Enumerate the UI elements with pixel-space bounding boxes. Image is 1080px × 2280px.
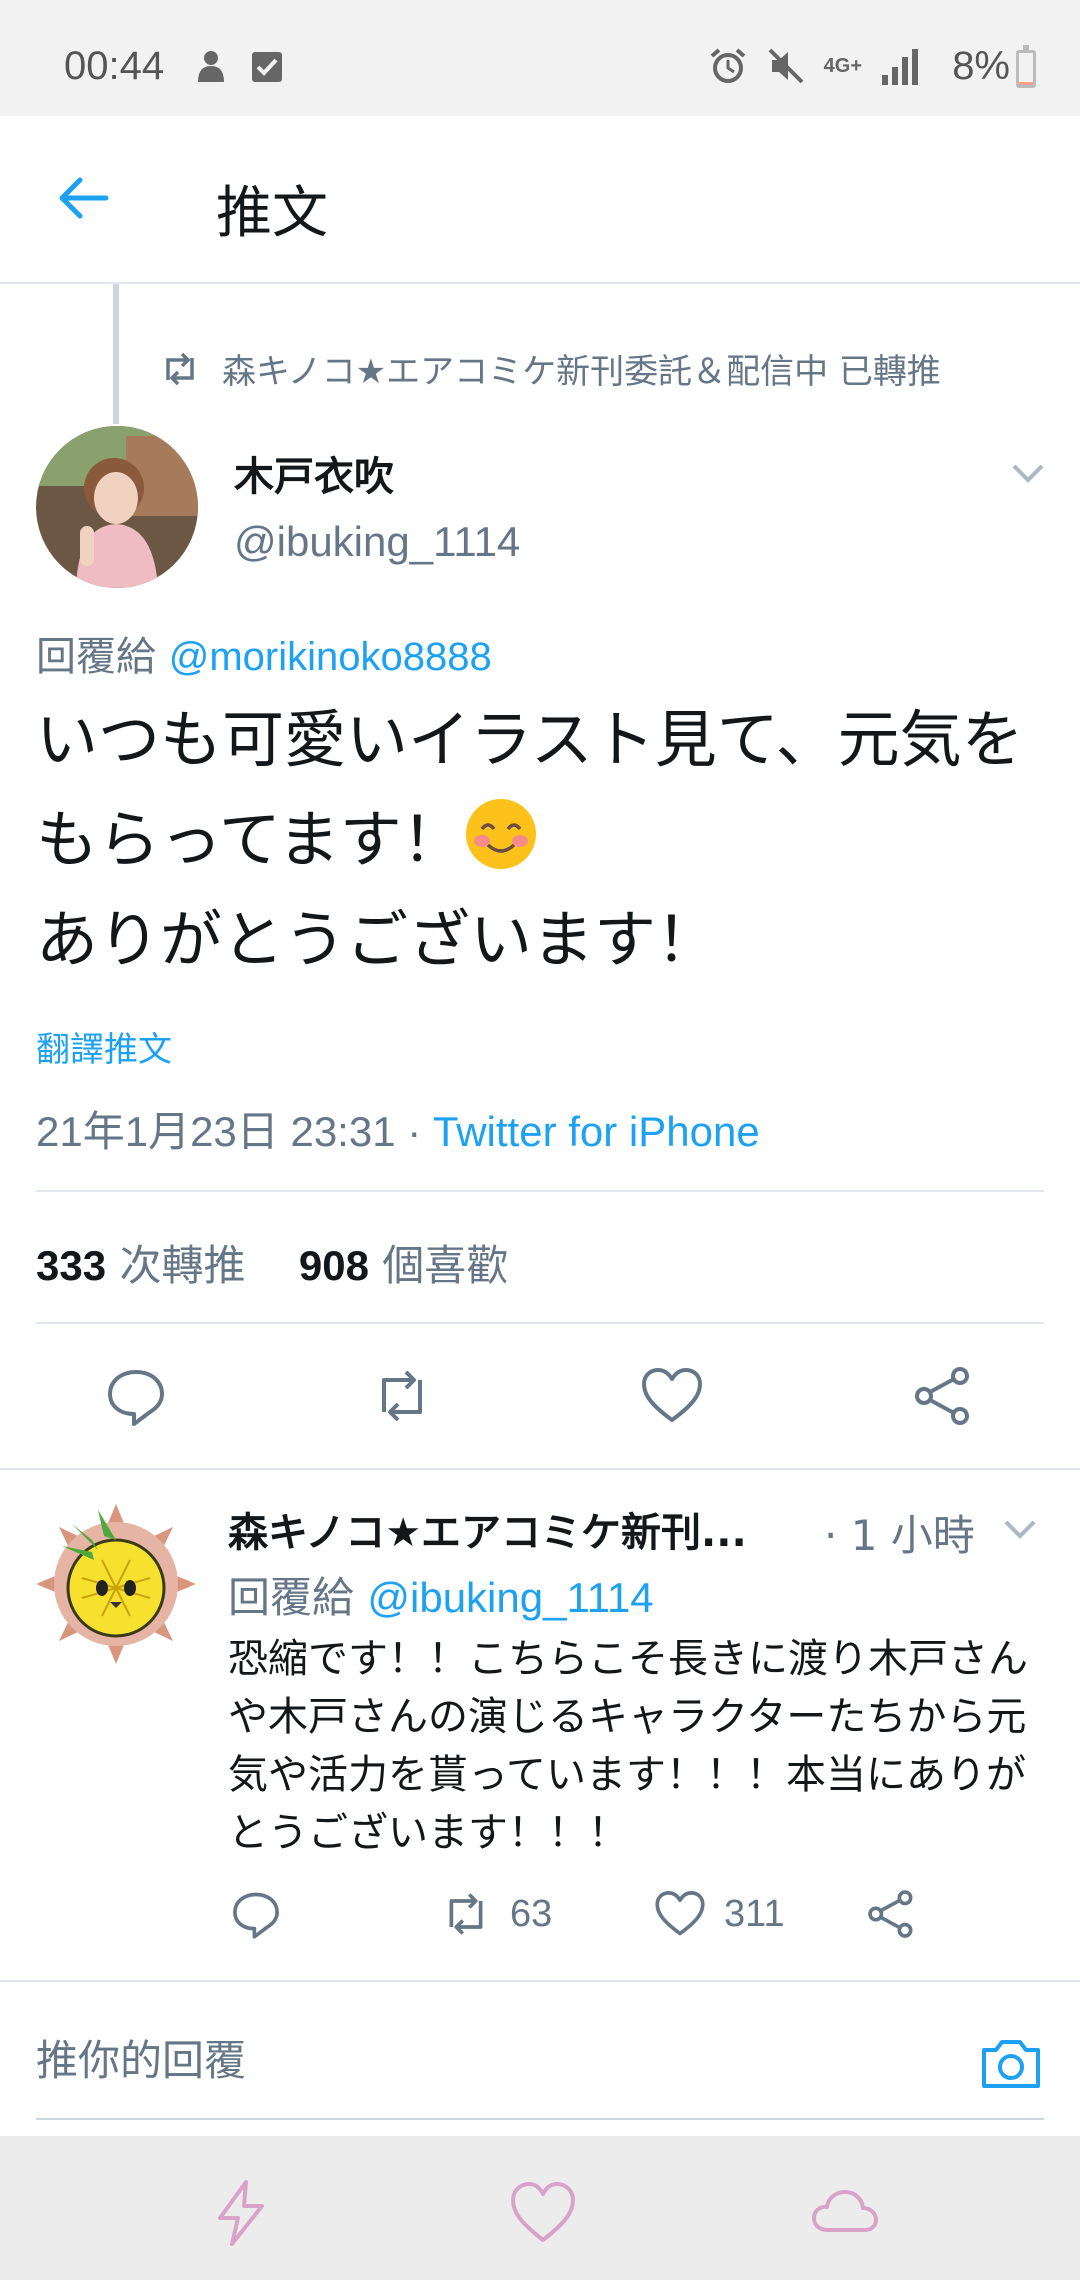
thread-line [113,284,119,424]
tweet-text-line3: ありがとうございます！ [36,903,719,976]
tweet-stats: 333 次轉推 908 個喜歡 [36,1232,508,1293]
tweet-text-line2: もらってます！ [36,803,464,876]
reply-to-mention[interactable]: @morikinoko8888 [169,635,492,679]
reply-to: 回覆給 @morikinoko8888 [36,624,492,682]
retweet-icon [166,352,194,385]
app-header: 推文 [0,116,1080,284]
heart-icon [655,1891,705,1936]
retweet-icon [449,1893,483,1935]
divider [36,1322,1044,1324]
author-handle[interactable]: @ibuking_1114 [234,518,520,566]
likes-label: 個喜歡 [382,1241,509,1290]
chevron-down-icon[interactable] [1008,452,1048,492]
tweet-timestamp: 21年1月23日 23:31 · [36,1108,433,1155]
retweet-context-text: 森キノコ★エアコミケ新刊委託＆配信中 已轉推 [222,352,941,392]
translate-link[interactable]: 翻譯推文 [36,1022,172,1071]
share-icon[interactable] [912,1364,976,1428]
reply-retweet-button[interactable]: 63 [440,1888,552,1940]
retweets-stat[interactable]: 333 次轉推 [36,1241,245,1290]
checkbox-icon [252,52,282,82]
reply-text: 恐縮です！！こちらこそ長きに渡り木戸さんや木戸さんの演じるキャラクターたちから元… [228,1636,1028,1856]
lightning-icon[interactable] [206,2178,276,2248]
retweet-icon[interactable] [370,1364,434,1428]
status-time: 00:44 [64,44,165,88]
tweet-client-link[interactable]: Twitter for iPhone [433,1108,760,1155]
reply-icon [233,1892,279,1939]
heart-icon[interactable] [640,1364,704,1428]
notification-icon [198,51,224,82]
reply-reply-to-mention[interactable]: @ibuking_1114 [367,1574,653,1621]
reply-retweet-count: 63 [510,1892,553,1935]
bottom-navigation [0,2136,1080,2280]
reply-like-count: 311 [724,1892,785,1935]
camera-icon[interactable] [978,2030,1044,2096]
alarm-icon [710,48,745,83]
reply-reply-to-label: 回覆給 [228,1573,355,1622]
reply-reply-button[interactable] [230,1888,282,1940]
reply-avatar[interactable] [32,1500,200,1668]
tweet-meta: 21年1月23日 23:31 · Twitter for iPhone [36,1098,760,1159]
reply-input[interactable] [36,2036,936,2085]
reply-like-button[interactable]: 311 [654,1888,785,1940]
reply-author-name[interactable]: 森キノコ★エアコミケ新刊... [228,1500,747,1558]
reply-reply-to: 回覆給 @ibuking_1114 [228,1564,654,1625]
signal-icon [882,49,918,85]
reply-time: · 1 小時 [824,1511,975,1560]
heart-icon[interactable] [508,2178,578,2248]
section-divider [0,1468,1080,1470]
battery-percent: 8% [952,44,1010,88]
retweets-label: 次轉推 [119,1241,246,1290]
section-divider [0,1980,1080,1982]
tweet-text-line1: いつも可愛いイラスト見て、元気を [36,703,1024,776]
cloud-icon[interactable] [810,2178,880,2248]
likes-count: 908 [298,1242,369,1289]
back-arrow-icon[interactable] [52,166,116,230]
tweet-actions [0,1360,1080,1470]
battery-icon [1016,45,1036,88]
divider [36,1190,1044,1192]
tweet-text: いつも可愛いイラスト見て、元気を もらってます！ ありがとうございます！ [36,690,1056,990]
chevron-down-icon[interactable] [1000,1508,1040,1548]
reply-icon[interactable] [104,1364,168,1428]
reply-share-button[interactable] [866,1888,918,1940]
reply-composer [36,2030,1044,2120]
status-bar: 00:44 4G+ 8% [0,0,1080,116]
network-label: 4G+ [823,54,862,77]
mute-icon [768,48,804,84]
reply-to-label: 回覆給 [36,634,156,680]
retweets-count: 333 [36,1242,107,1289]
author-name[interactable]: 木戸衣吹 [234,444,394,502]
smiling-face-icon [465,799,536,869]
retweet-context[interactable]: 森キノコ★エアコミケ新刊委託＆配信中 已轉推 [160,344,941,393]
page-title: 推文 [216,181,328,246]
likes-stat[interactable]: 908 個喜歡 [299,1241,508,1290]
share-icon [868,1890,913,1938]
reply-actions: 63 311 [0,1888,1080,1958]
avatar[interactable] [36,426,198,588]
